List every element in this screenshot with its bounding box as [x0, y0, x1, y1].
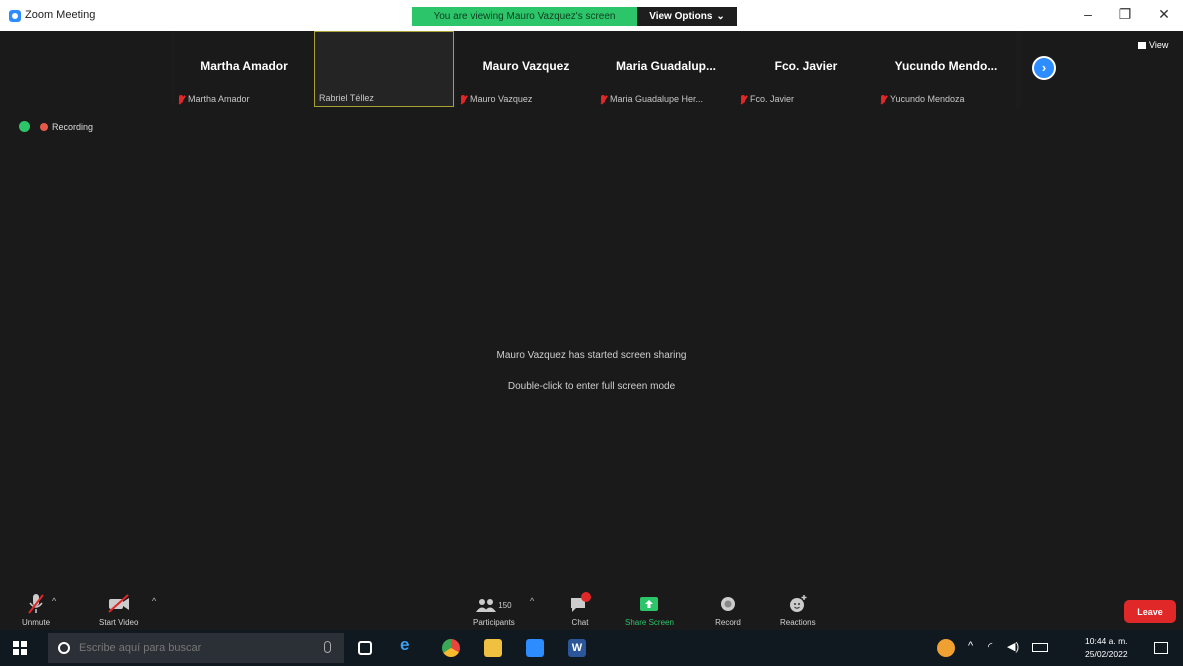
network-icon[interactable]: ◜ [988, 640, 992, 653]
windows-taskbar: Escribe aquí para buscar e W ^ ◜ ◀) 10:4… [0, 630, 1183, 666]
keyboard-icon[interactable] [1032, 643, 1048, 652]
notification-badge-icon[interactable] [937, 639, 955, 657]
gallery-view-icon [1138, 41, 1146, 49]
participant-label: Maria Guadalupe Her... [600, 94, 703, 104]
chat-bubble-icon [571, 592, 591, 612]
participants-icon-group: 150 [476, 594, 512, 616]
clock-time: 10:44 a. m. [1085, 636, 1128, 646]
taskbar-clock[interactable]: 10:44 a. m. 25/02/2022 [1085, 635, 1128, 661]
view-options-button[interactable]: View Options ⌄ [637, 7, 737, 26]
participant-name: Mauro Vazquez [470, 94, 533, 104]
meeting-toolbar: Unmute ^ Start Video ^ 150 Participants … [0, 586, 1183, 630]
windows-start-icon[interactable] [13, 641, 27, 655]
reactions-label: Reactions [780, 618, 816, 627]
cortana-icon [58, 642, 70, 654]
zoom-taskbar-icon[interactable] [526, 639, 544, 657]
unmute-button[interactable]: Unmute [22, 586, 50, 630]
zoom-app-icon [9, 10, 21, 22]
minimize-icon[interactable]: – [1076, 6, 1100, 22]
participant-name: Martha Amador [188, 94, 250, 104]
mic-muted-icon [460, 94, 467, 104]
mic-muted-icon [740, 94, 747, 104]
people-icon [476, 599, 497, 612]
view-label: View [1149, 40, 1169, 50]
clock-date: 25/02/2022 [1085, 649, 1128, 659]
participant-tile[interactable]: Martha Amador Martha Amador [174, 31, 314, 107]
window-title: Zoom Meeting [25, 9, 96, 21]
participant-display-name: Yucundo Mendo... [894, 59, 998, 73]
view-options-label: View Options [649, 11, 713, 22]
start-video-label: Start Video [99, 618, 139, 627]
participant-name: Rabriel Téllez [319, 93, 374, 103]
edge-browser-icon[interactable]: e [400, 635, 418, 654]
screen-share-banner: You are viewing Mauro Vazquez's screen [412, 7, 637, 26]
file-explorer-icon[interactable] [484, 639, 502, 657]
smiley-plus-icon [789, 595, 807, 612]
participant-display-name: Maria Guadalup... [615, 59, 717, 73]
volume-icon[interactable]: ◀) [1007, 640, 1019, 653]
mic-muted-icon [600, 94, 607, 104]
participant-video-strip: Martha Amador Martha Amador Rabriel Téll… [172, 31, 1022, 107]
taskbar-search-box[interactable]: Escribe aquí para buscar [48, 633, 344, 663]
next-page-arrow-icon[interactable]: › [1032, 56, 1056, 80]
recording-dot-icon [40, 122, 48, 131]
chrome-browser-icon[interactable] [442, 639, 460, 657]
video-off-icon [108, 594, 129, 613]
close-icon[interactable]: ✕ [1152, 6, 1176, 23]
record-label: Record [715, 618, 741, 627]
taskbar-search-placeholder: Escribe aquí para buscar [79, 642, 202, 654]
meeting-status: Recording [19, 121, 93, 132]
chat-button[interactable]: Chat [567, 586, 593, 630]
start-video-button[interactable]: Start Video [99, 586, 138, 630]
participant-display-name: Mauro Vazquez [482, 59, 570, 73]
participant-label: Martha Amador [178, 94, 250, 104]
participant-tile[interactable]: Mauro Vazquez Mauro Vazquez [456, 31, 596, 107]
participants-button[interactable]: 150 Participants [473, 586, 515, 630]
fullscreen-hint: Double-click to enter full screen mode [507, 381, 676, 392]
screen-share-started-message: Mauro Vazquez has started screen sharing [496, 350, 687, 361]
share-screen-button[interactable]: Share Screen [625, 586, 674, 630]
participant-tile[interactable]: Yucundo Mendo... Yucundo Mendoza [876, 31, 1016, 107]
leave-button[interactable]: Leave [1124, 600, 1176, 623]
video-options-caret-icon[interactable]: ^ [152, 596, 156, 606]
task-view-icon[interactable] [358, 641, 372, 655]
mic-muted-icon [880, 94, 887, 104]
record-icon [721, 597, 735, 611]
participant-label: Mauro Vazquez [460, 94, 532, 104]
record-button[interactable]: Record [715, 586, 741, 630]
chat-label: Chat [571, 618, 589, 627]
title-bar: Zoom Meeting You are viewing Mauro Vazqu… [0, 0, 1183, 31]
restore-icon[interactable]: ❐ [1113, 6, 1137, 23]
audio-options-caret-icon[interactable]: ^ [52, 596, 56, 606]
participant-tile[interactable]: Maria Guadalup... Maria Guadalupe Her... [596, 31, 736, 107]
mic-muted-icon [178, 94, 185, 104]
participants-caret-icon[interactable]: ^ [530, 596, 534, 606]
view-layout-button[interactable]: View [1138, 40, 1168, 50]
unmute-label: Unmute [22, 618, 51, 627]
participant-display-name: Martha Amador [200, 59, 288, 73]
reactions-button[interactable]: Reactions [780, 586, 816, 630]
mic-muted-icon [28, 594, 44, 614]
encryption-shield-icon[interactable] [19, 121, 30, 132]
participants-label: Participants [473, 618, 515, 627]
participant-tile-active-speaker[interactable]: Rabriel Téllez [314, 31, 454, 107]
action-center-icon[interactable] [1154, 642, 1168, 654]
participant-tile[interactable]: Fco. Javier Fco. Javier [736, 31, 876, 107]
microphone-icon[interactable] [324, 641, 331, 653]
participants-count: 150 [498, 600, 512, 610]
recording-label: Recording [52, 121, 94, 132]
participant-label: Yucundo Mendoza [880, 94, 965, 104]
participant-name: Yucundo Mendoza [890, 94, 965, 104]
share-screen-label: Share Screen [625, 618, 674, 627]
participant-name: Maria Guadalupe Her... [610, 94, 704, 104]
participant-label: Rabriel Téllez [319, 93, 374, 103]
chevron-down-icon: ⌄ [716, 11, 725, 22]
participant-name: Fco. Javier [750, 94, 795, 104]
participant-display-name: Fco. Javier [774, 59, 838, 73]
show-hidden-icons-chevron-icon[interactable]: ^ [968, 640, 973, 652]
participant-label: Fco. Javier [740, 94, 794, 104]
word-icon[interactable]: W [568, 639, 586, 657]
share-screen-icon [640, 597, 659, 611]
